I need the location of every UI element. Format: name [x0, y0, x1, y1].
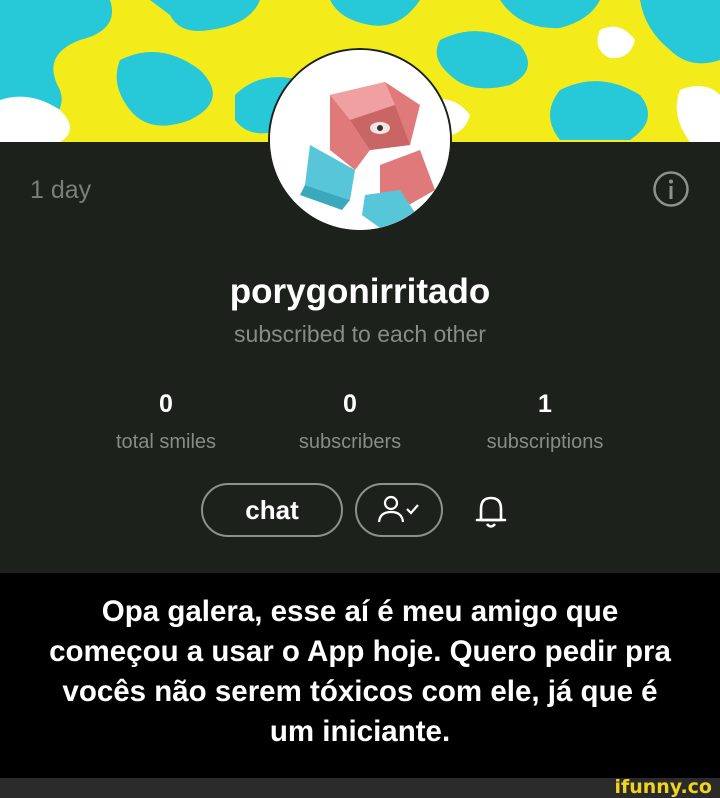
stat-label: subscribers	[298, 431, 402, 453]
caption-line: começou a usar o App hoje. Quero pedir p…	[49, 635, 671, 668]
caption-line: vocês não serem tóxicos com ele, já que …	[62, 675, 658, 708]
porygon-avatar-image	[270, 50, 450, 230]
subscription-relation: subscribed to each other	[234, 321, 486, 347]
watermark-bar	[0, 778, 720, 798]
info-icon[interactable]	[652, 170, 690, 208]
stat-value: 0	[343, 390, 357, 418]
ifunny-watermark: ifunny.co	[614, 776, 712, 798]
stat-value: 0	[159, 390, 173, 418]
avatar[interactable]	[270, 50, 450, 230]
bell-icon[interactable]	[470, 490, 512, 532]
caption-line: um iniciante.	[269, 715, 451, 748]
stat-total-smiles: 0 total smiles	[66, 390, 266, 454]
username: porygonirritado	[229, 272, 491, 311]
subscribed-button[interactable]	[355, 483, 443, 537]
subscribed-user-icon	[377, 495, 419, 523]
stat-label: subscriptions	[486, 431, 604, 453]
stat-label: total smiles	[115, 431, 217, 453]
stat-subscriptions[interactable]: 1 subscriptions	[445, 390, 645, 454]
meme-caption: Opa galera, esse aí é meu amigo que come…	[0, 592, 720, 752]
chat-button[interactable]: chat	[201, 483, 343, 537]
stat-subscribers[interactable]: 0 subscribers	[250, 390, 450, 454]
account-age: 1 day	[30, 176, 92, 204]
caption-line: Opa galera, esse aí é meu amigo que	[101, 595, 619, 628]
stat-value: 1	[538, 390, 552, 418]
